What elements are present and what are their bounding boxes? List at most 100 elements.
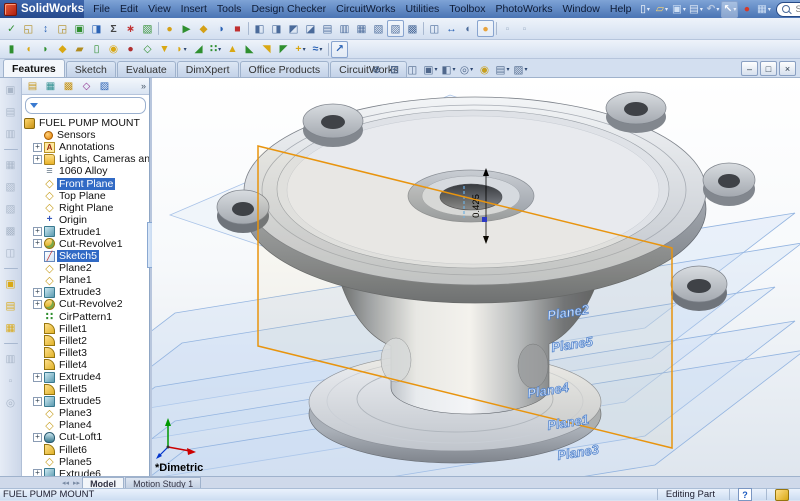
view-bottom-icon[interactable]: ▦ — [353, 20, 370, 37]
tree-item[interactable]: Cut-Loft1 — [24, 431, 149, 443]
folder-tool-icon[interactable]: ▤ — [2, 297, 20, 315]
command-tab[interactable]: Sketch — [65, 61, 116, 77]
tree-item[interactable]: CirPattern1 — [24, 311, 149, 323]
tree-item[interactable]: Plane4 — [24, 419, 149, 431]
tree-item[interactable]: Fillet5 — [24, 383, 149, 395]
group-separator[interactable] — [328, 42, 329, 56]
quick-tips-help-icon[interactable]: ? — [738, 488, 752, 501]
tags-icon[interactable] — [775, 488, 789, 501]
lofted-boss-icon[interactable]: ◆ — [54, 41, 71, 58]
expand-plus-icon[interactable] — [33, 238, 42, 249]
fillet-feature-icon[interactable]: ◗ — [173, 41, 190, 58]
tree-item[interactable]: Front Plane — [24, 177, 149, 190]
expand-plus-icon[interactable] — [33, 142, 42, 152]
tree-item[interactable]: Extrude1 — [24, 226, 149, 238]
tree-item[interactable]: Cut-Revolve1 — [24, 238, 149, 250]
tree-item[interactable]: Fillet2 — [24, 335, 149, 347]
new-document-icon[interactable]: ▯ — [636, 1, 653, 18]
instant3d-icon[interactable]: ↗ — [331, 40, 348, 58]
side-tool-icon[interactable]: ▦ — [2, 156, 20, 174]
tree-item[interactable]: Extrude6 — [24, 468, 149, 476]
undo-icon[interactable]: ↶ — [704, 1, 721, 18]
featuremanager-tree-icon[interactable]: ▤ — [25, 79, 40, 94]
tab-scroll-left-icon[interactable]: ◂◂ — [60, 479, 71, 487]
print-icon[interactable]: ▤ — [687, 1, 704, 18]
tree-item[interactable]: Cut-Revolve2 — [24, 298, 149, 310]
menu-item[interactable]: CircuitWorks — [331, 2, 400, 16]
tree-item[interactable]: Plane2 — [24, 262, 149, 274]
side-tool-icon[interactable]: ▤ — [2, 103, 20, 121]
rib-icon[interactable]: ▲ — [224, 41, 241, 58]
view-top-icon[interactable]: ▥ — [336, 20, 353, 37]
view-back-icon[interactable]: ◩ — [285, 20, 302, 37]
select-arrow-icon[interactable]: ↖ — [721, 0, 739, 18]
side-tool-icon[interactable]: ◫ — [2, 244, 20, 262]
standard-views-icon[interactable]: ▩ — [404, 20, 421, 37]
panel-overflow-chevron[interactable]: » — [141, 81, 146, 91]
menu-item[interactable]: PhotoWorks — [491, 2, 558, 16]
analysis-wizard-icon[interactable]: ◆ — [195, 20, 212, 37]
side-tool-icon[interactable]: ▥ — [2, 350, 20, 368]
import-diagnostics-icon[interactable]: ▧ — [139, 20, 156, 37]
tree-item[interactable]: Sketch5 — [24, 250, 149, 263]
swept-cut-icon[interactable]: ◇ — [139, 41, 156, 58]
view-left-icon[interactable]: ◪ — [302, 20, 319, 37]
boundary-boss-icon[interactable]: ▰ — [71, 41, 88, 58]
folder-tool-icon[interactable]: ▣ — [2, 275, 20, 293]
menu-item[interactable]: Tools — [212, 2, 247, 16]
expand-plus-icon[interactable] — [33, 468, 42, 476]
view-orientation-isometric-icon[interactable]: ◧ — [251, 20, 268, 37]
lofted-cut-icon[interactable]: ▼ — [156, 41, 173, 58]
expand-plus-icon[interactable] — [33, 226, 42, 237]
side-tool-icon[interactable]: ◎ — [2, 394, 20, 412]
doc-close-button[interactable]: × — [779, 61, 796, 76]
simulation-icon[interactable]: ◑ — [212, 20, 229, 37]
extruded-boss-icon[interactable]: ▮ — [3, 41, 20, 58]
palette-tool-icon[interactable]: ▦ — [2, 319, 20, 337]
options-icon[interactable]: ▦ — [755, 1, 772, 18]
tree-item[interactable]: Top Plane — [24, 190, 149, 202]
view-dimetric-icon[interactable]: ▧ — [370, 20, 387, 37]
tree-item[interactable]: 1060 Alloy — [24, 165, 149, 177]
side-tool-icon[interactable]: ▥ — [2, 125, 20, 143]
draft-icon[interactable]: ◣ — [241, 41, 258, 58]
tab-scroll-right-icon[interactable]: ▸▸ — [71, 479, 82, 487]
menu-item[interactable]: Toolbox — [444, 2, 490, 16]
tree-item[interactable]: Fillet1 — [24, 323, 149, 335]
section-properties-icon[interactable]: ◨ — [88, 20, 105, 37]
side-tool-icon[interactable]: ▣ — [2, 81, 20, 99]
tree-item[interactable]: Fillet3 — [24, 347, 149, 359]
measure-icon[interactable]: ↕ — [37, 20, 54, 37]
reference-geometry-icon[interactable]: + — [292, 41, 309, 58]
view-normal-to-icon[interactable]: ▨ — [387, 20, 404, 37]
group-separator[interactable] — [158, 22, 159, 35]
revolved-cut-icon[interactable]: ● — [122, 41, 139, 58]
tree-item[interactable]: Fillet6 — [24, 444, 149, 456]
command-tab[interactable]: DimXpert — [176, 61, 239, 77]
graphics-viewport[interactable]: 0.425 Plane2 Plane5 Plane4 Plane1 Plane3… — [152, 78, 800, 476]
tree-root-item[interactable]: FUEL PUMP MOUNT — [24, 117, 149, 129]
group-separator[interactable] — [3, 149, 18, 150]
menu-item[interactable]: Design Checker — [246, 2, 331, 16]
equations-icon[interactable]: Σ — [105, 20, 122, 37]
disabled-tool-icon[interactable]: ▫ — [516, 20, 533, 37]
hyperlink-icon[interactable]: ◱ — [20, 20, 37, 37]
apply-scene-icon[interactable]: ▤ — [494, 61, 511, 78]
wrap-icon[interactable]: ◤ — [275, 41, 292, 58]
costing-icon[interactable]: ● — [161, 20, 178, 37]
chamfer-icon[interactable]: ◢ — [190, 41, 207, 58]
command-tab[interactable]: Office Products — [239, 61, 330, 77]
view-front-icon[interactable]: ◨ — [268, 20, 285, 37]
command-tab[interactable]: Evaluate — [116, 61, 176, 77]
side-tool-icon[interactable]: ▨ — [2, 200, 20, 218]
menu-item[interactable]: Help — [605, 2, 637, 16]
expand-plus-icon[interactable] — [33, 299, 42, 309]
tree-item[interactable]: Extrude5 — [24, 395, 149, 407]
group-separator[interactable] — [3, 343, 18, 344]
displaymanager-icon[interactable]: ▨ — [97, 79, 112, 94]
menu-item[interactable]: View — [143, 2, 176, 16]
curves-icon[interactable]: ≈ — [309, 41, 326, 58]
extruded-cut-icon[interactable]: ▯ — [88, 41, 105, 58]
zoom-to-fit-icon[interactable]: ⊕ — [368, 61, 385, 78]
tree-item[interactable]: Plane1 — [24, 274, 149, 286]
